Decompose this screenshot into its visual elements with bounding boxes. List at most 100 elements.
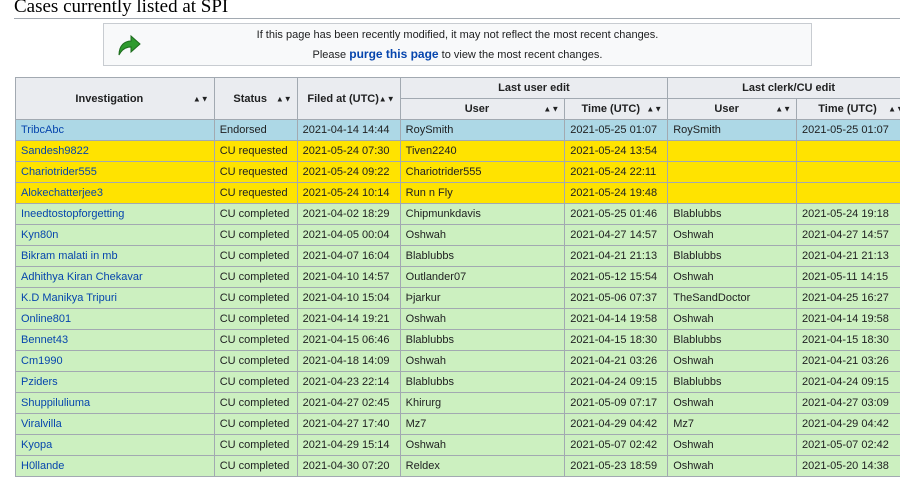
- status-cell: Endorsed: [213, 119, 298, 141]
- filed-cell: 2021-04-18 14:09: [296, 350, 401, 372]
- user-cell: Outlander07: [399, 266, 566, 288]
- column-header-clerk-time[interactable]: Time (UTC) ▲▼: [796, 98, 900, 120]
- time-cell: 2021-04-21 03:26: [564, 350, 669, 372]
- investigation-link[interactable]: Chariotrider555: [21, 166, 97, 178]
- time-cell: 2021-05-24 19:48: [564, 182, 669, 204]
- investigation-link[interactable]: Adhithya Kiran Chekavar: [21, 271, 143, 283]
- status-cell: CU completed: [213, 266, 298, 288]
- clerk-user-cell: Blablubbs: [667, 245, 798, 267]
- clerk-time-cell: 2021-04-27 14:57: [796, 224, 900, 246]
- status-cell: CU completed: [213, 203, 298, 225]
- filed-cell: 2021-05-24 07:30: [296, 140, 401, 162]
- sort-icon[interactable]: ▲▼: [193, 94, 209, 103]
- heading-divider: [14, 18, 900, 19]
- investigation-link[interactable]: Pziders: [21, 376, 58, 388]
- filed-cell: 2021-04-29 15:14: [296, 434, 401, 456]
- column-header-investigation[interactable]: Investigation ▲▼: [15, 77, 215, 120]
- user-cell: Blablubbs: [399, 371, 566, 393]
- clerk-time-cell: 2021-04-14 19:58: [796, 308, 900, 330]
- clerk-user-cell: Blablubbs: [667, 203, 798, 225]
- status-cell: CU requested: [213, 161, 298, 183]
- user-cell: Blablubbs: [399, 245, 566, 267]
- status-cell: CU completed: [213, 371, 298, 393]
- investigation-link[interactable]: Shuppiluliuma: [21, 397, 90, 409]
- sort-icon[interactable]: ▲▼: [646, 105, 662, 114]
- time-cell: 2021-05-06 07:37: [564, 287, 669, 309]
- clerk-user-cell: Blablubbs: [667, 329, 798, 351]
- investigation-link[interactable]: Bennet43: [21, 334, 68, 346]
- filed-cell: 2021-04-30 07:20: [296, 455, 401, 477]
- investigation-link[interactable]: Kyopa: [21, 439, 52, 451]
- status-cell: CU completed: [213, 350, 298, 372]
- time-cell: 2021-05-25 01:07: [564, 119, 669, 141]
- time-cell: 2021-05-07 02:42: [564, 434, 669, 456]
- investigation-cell: Pziders: [15, 371, 215, 393]
- time-cell: 2021-04-29 04:42: [564, 413, 669, 435]
- investigation-cell: H0llande: [15, 455, 215, 477]
- column-header-clerk-user[interactable]: User ▲▼: [667, 98, 798, 120]
- investigation-link[interactable]: Kyn80n: [21, 229, 58, 241]
- investigation-link[interactable]: Sandesh9822: [21, 145, 89, 157]
- page-title: Cases currently listed at SPI: [14, 0, 229, 17]
- time-cell: 2021-05-09 07:17: [564, 392, 669, 414]
- investigation-link[interactable]: Cm1990: [21, 355, 63, 367]
- column-header-time[interactable]: Time (UTC) ▲▼: [564, 98, 669, 120]
- column-group-last-user-edit: Last user edit: [399, 77, 669, 99]
- investigation-link[interactable]: Alokechatterjee3: [21, 187, 103, 199]
- sort-icon[interactable]: ▲▼: [276, 94, 292, 103]
- user-cell: Tiven2240: [399, 140, 566, 162]
- filed-cell: 2021-04-27 17:40: [296, 413, 401, 435]
- clerk-user-cell: Oshwah: [667, 350, 798, 372]
- user-cell: Chariotrider555: [399, 161, 566, 183]
- sort-icon[interactable]: ▲▼: [888, 105, 900, 114]
- clerk-time-cell: 2021-04-21 03:26: [796, 350, 900, 372]
- spi-cases-table: Investigation ▲▼ Status ▲▼ Filed at (UTC) ▲…: [15, 77, 900, 477]
- header-label: Time (UTC): [818, 103, 877, 115]
- table-row: Kyopa CU completed 2021-04-29 15:14 Oshwah 2…: [15, 434, 900, 456]
- user-cell: Run n Fly: [399, 182, 566, 204]
- investigation-link[interactable]: H0llande: [21, 460, 64, 472]
- time-cell: 2021-04-15 18:30: [564, 329, 669, 351]
- clerk-user-cell: Oshwah: [667, 434, 798, 456]
- investigation-link[interactable]: Viralvilla: [21, 418, 62, 430]
- status-cell: CU completed: [213, 287, 298, 309]
- investigation-link[interactable]: Bikram malati in mb: [21, 250, 118, 262]
- clerk-time-cell: 2021-05-25 01:07: [796, 119, 900, 141]
- sort-icon[interactable]: ▲▼: [775, 105, 791, 114]
- column-header-status[interactable]: Status ▲▼: [213, 77, 298, 120]
- investigation-link[interactable]: Ineedtostopforgetting: [21, 208, 124, 220]
- user-cell: Khirurg: [399, 392, 566, 414]
- column-header-filed[interactable]: Filed at (UTC) ▲▼: [296, 77, 401, 120]
- clerk-user-cell: Oshwah: [667, 308, 798, 330]
- clerk-time-cell: 2021-04-24 09:15: [796, 371, 900, 393]
- sort-icon[interactable]: ▲▼: [379, 94, 395, 103]
- user-cell: Mz7: [399, 413, 566, 435]
- header-label: User: [714, 103, 739, 115]
- filed-cell: 2021-04-27 02:45: [296, 392, 401, 414]
- investigation-link[interactable]: Online801: [21, 313, 71, 325]
- investigation-link[interactable]: K.D Manikya Tripuri: [21, 292, 117, 304]
- notice-text-pre: Please: [312, 49, 347, 61]
- clerk-time-cell: 2021-04-21 21:13: [796, 245, 900, 267]
- table-row: Shuppiluliuma CU completed 2021-04-27 02:4…: [15, 392, 900, 414]
- clerk-user-cell: [667, 140, 798, 162]
- header-label: Investigation: [75, 92, 144, 105]
- user-cell: RoySmith: [399, 119, 566, 141]
- investigation-cell: Online801: [15, 308, 215, 330]
- status-cell: CU completed: [213, 455, 298, 477]
- table-row: Cm1990 CU completed 2021-04-18 14:09 Oshwah…: [15, 350, 900, 372]
- time-cell: 2021-04-24 09:15: [564, 371, 669, 393]
- notice-text-post: to view the most recent changes.: [441, 49, 603, 61]
- column-header-user[interactable]: User ▲▼: [399, 98, 566, 120]
- table-row: Sandesh9822 CU requested 2021-05-24 07:30 T…: [15, 140, 900, 162]
- investigation-cell: Shuppiluliuma: [15, 392, 215, 414]
- time-cell: 2021-05-12 15:54: [564, 266, 669, 288]
- investigation-cell: TribcAbc: [15, 119, 215, 141]
- investigation-link[interactable]: TribcAbc: [21, 124, 64, 136]
- investigation-cell: Cm1990: [15, 350, 215, 372]
- sort-icon[interactable]: ▲▼: [543, 105, 559, 114]
- user-cell: Blablubbs: [399, 329, 566, 351]
- clerk-user-cell: Oshwah: [667, 224, 798, 246]
- purge-link[interactable]: purge this page: [349, 47, 438, 61]
- purge-notice: If this page has been recently modified,…: [103, 23, 812, 66]
